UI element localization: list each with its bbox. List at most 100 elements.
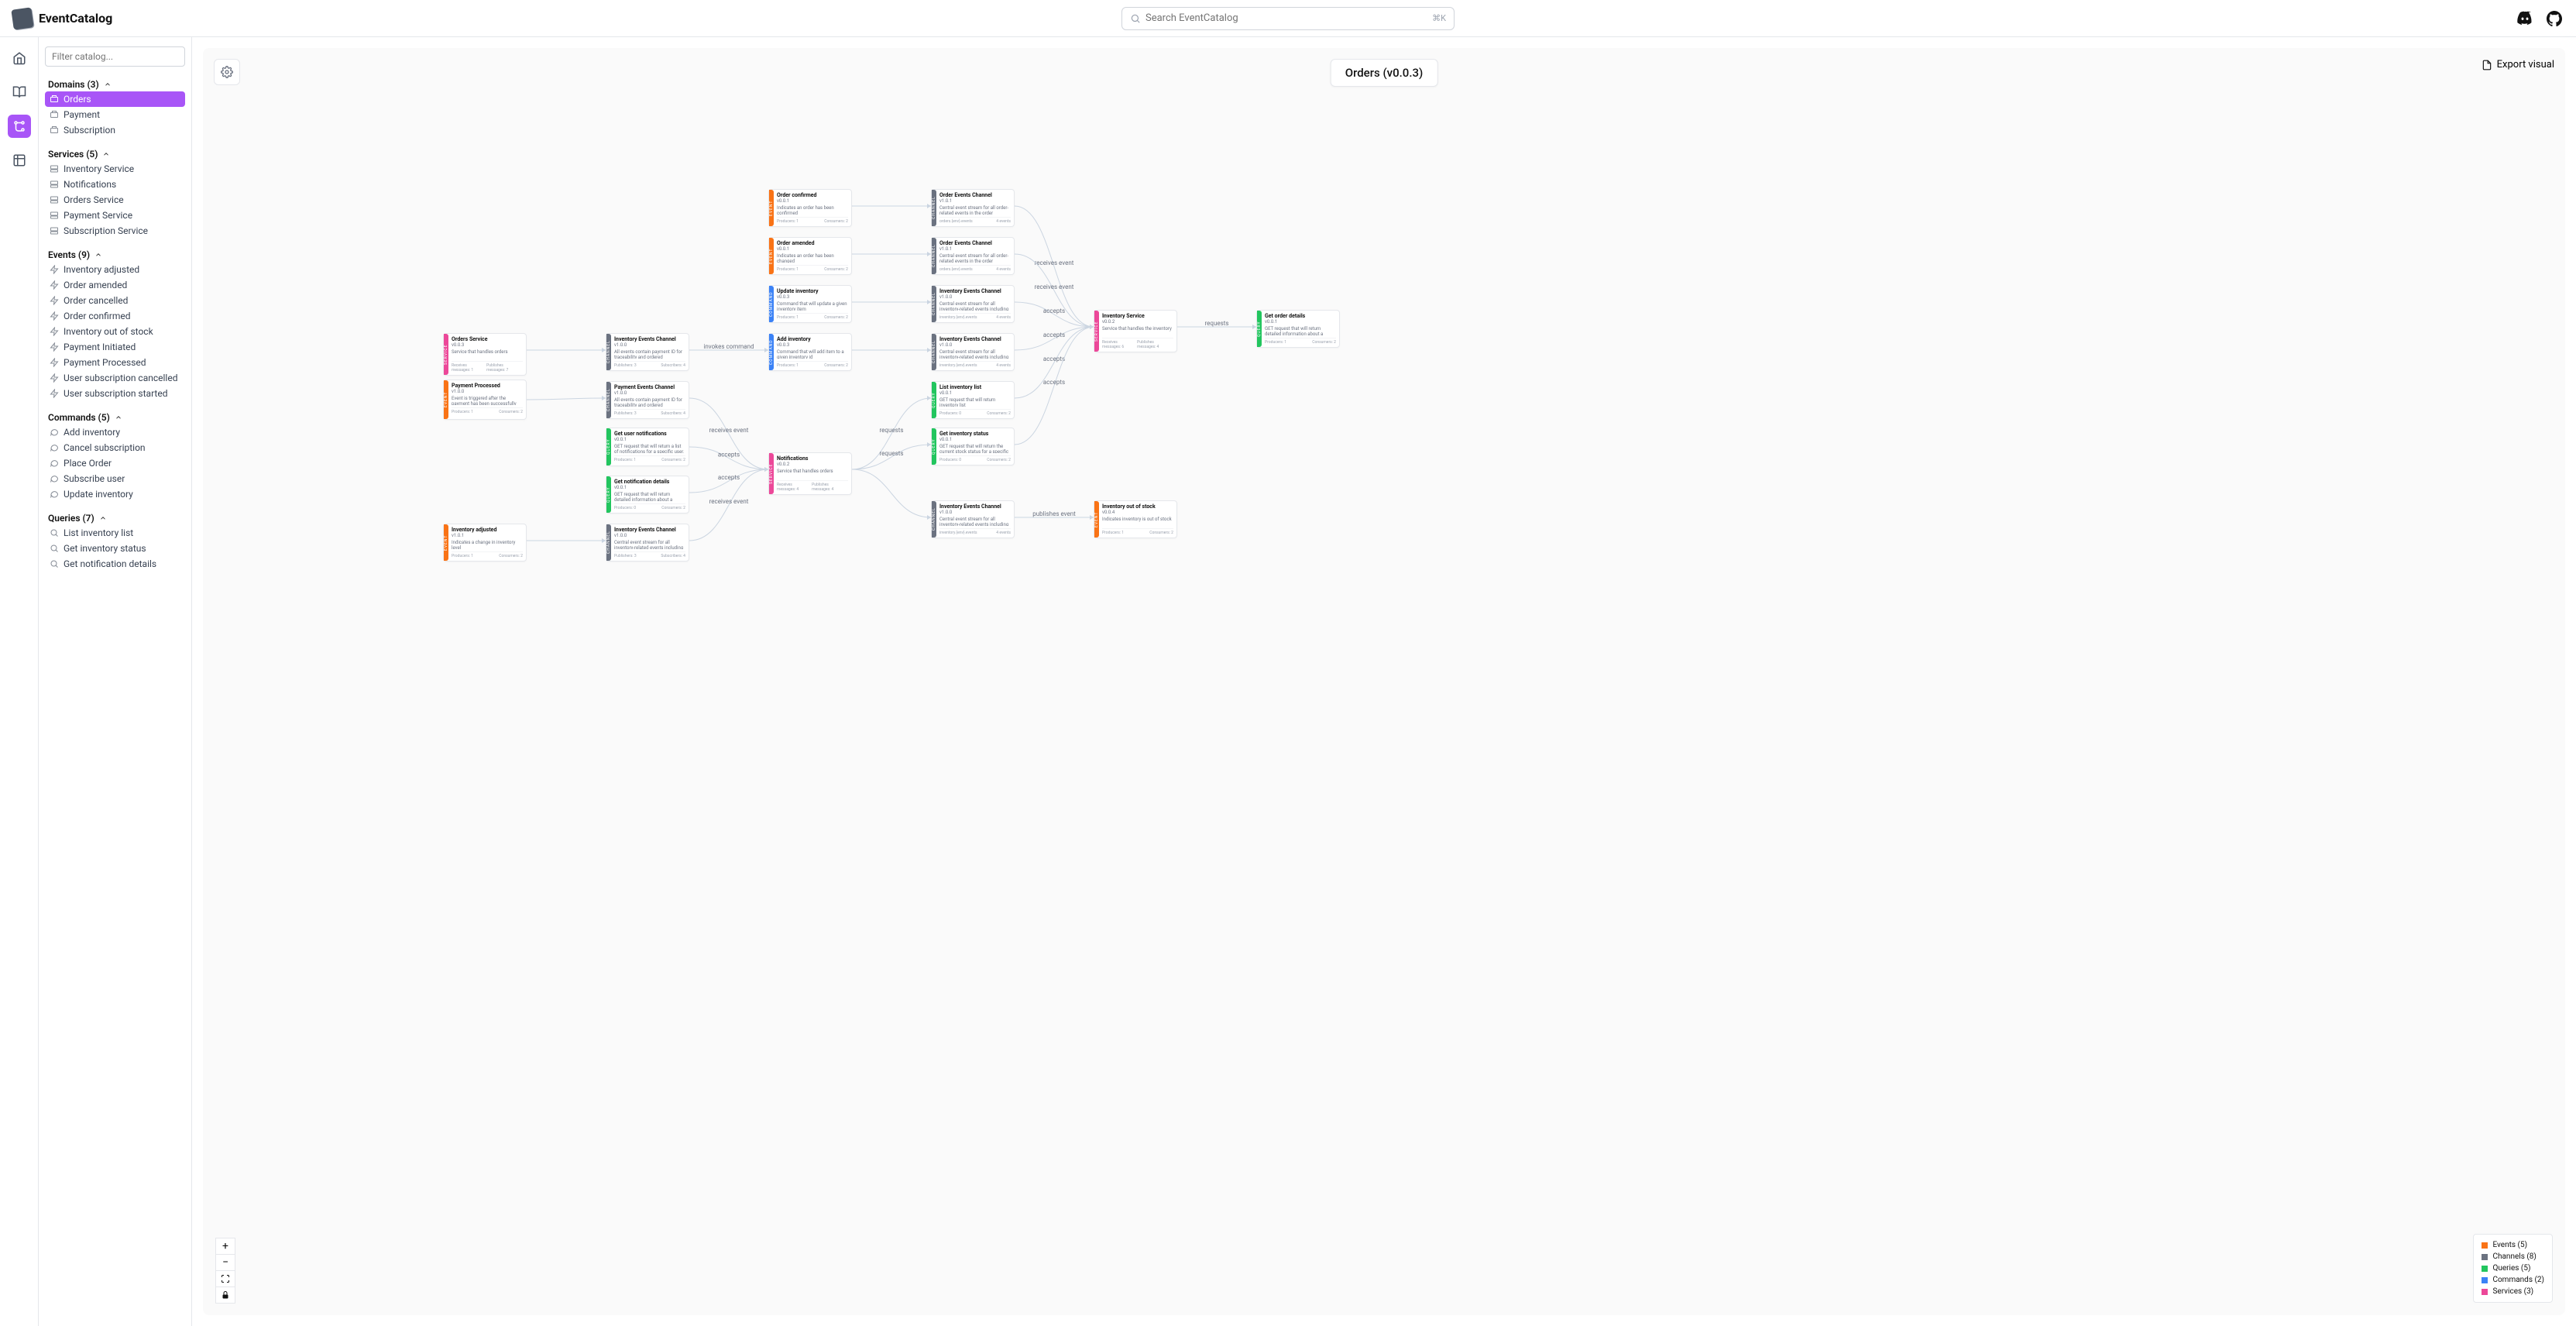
node-version: v1.0.1 xyxy=(939,246,1011,252)
node-type-stripe: CHANNEL xyxy=(606,524,611,561)
brand[interactable]: EventCatalog xyxy=(12,9,112,29)
flow-node[interactable]: SERVICE Inventory Service v0.0.2 Service… xyxy=(1094,310,1177,352)
node-title: Order Events Channel xyxy=(939,192,1011,198)
sidebar-item[interactable]: Subscribe user xyxy=(45,471,185,486)
svg-text:invokes command: invokes command xyxy=(703,343,754,350)
flow-node[interactable]: CHANNEL Inventory Events Channel v1.0.0 … xyxy=(606,333,689,371)
flow-node[interactable]: COMMAND Add inventory v0.0.3 Command tha… xyxy=(768,333,852,371)
sidebar-item[interactable]: Subscription Service xyxy=(45,223,185,239)
sidebar-item[interactable]: Get notification details xyxy=(45,556,185,572)
canvas[interactable]: Orders (v0.0.3) Export visual invokes co… xyxy=(203,48,2565,1315)
group-header[interactable]: Domains (3) xyxy=(45,74,185,91)
node-description: GET request that will return detailed in… xyxy=(1265,326,1336,335)
flow-node[interactable]: COMMAND Update inventory v0.0.3 Command … xyxy=(768,285,852,323)
sidebar-item[interactable]: Subscription xyxy=(45,122,185,138)
node-type-stripe: QUERY xyxy=(606,428,611,465)
node-description: All events contain payment ID for tracea… xyxy=(614,349,685,359)
sidebar-item[interactable]: Order confirmed xyxy=(45,308,185,324)
zoom-out-button[interactable]: − xyxy=(215,1254,235,1271)
sidebar-item[interactable]: User subscription cancelled xyxy=(45,370,185,386)
sidebar-item-label: Subscription Service xyxy=(64,225,148,236)
node-type-stripe: SERVICE xyxy=(1094,311,1099,352)
flow-node[interactable]: CHANNEL Inventory Events Channel v1.0.0 … xyxy=(931,333,1015,371)
flow-node[interactable]: SERVICE Notifications v0.0.2 Service tha… xyxy=(768,452,852,495)
sidebar-item[interactable]: Notifications xyxy=(45,177,185,192)
sidebar-item[interactable]: List inventory list xyxy=(45,525,185,541)
group-header[interactable]: Events (9) xyxy=(45,245,185,262)
sidebar-item[interactable]: Orders Service xyxy=(45,192,185,208)
search-field[interactable] xyxy=(1141,12,1432,24)
sidebar-item[interactable]: Cancel subscription xyxy=(45,440,185,455)
sidebar-item[interactable]: Order amended xyxy=(45,277,185,293)
node-version: v0.0.3 xyxy=(777,342,848,348)
node-description: Indicates an order has been confirmed xyxy=(777,205,848,215)
flow-node[interactable]: CHANNEL Inventory Events Channel v1.0.0 … xyxy=(931,285,1015,323)
chevron-up-icon xyxy=(99,514,107,522)
sidebar-item[interactable]: Order cancelled xyxy=(45,293,185,308)
flow-node[interactable]: CHANNEL Order Events Channel v1.0.1 Cent… xyxy=(931,189,1015,227)
sidebar-item[interactable]: User subscription started xyxy=(45,386,185,401)
zoom-lock-button[interactable] xyxy=(215,1286,235,1304)
sidebar-item-label: Inventory adjusted xyxy=(64,264,139,275)
svg-text:receives event: receives event xyxy=(709,498,749,505)
node-version: v1.0.1 xyxy=(939,198,1011,204)
sidebar-item[interactable]: Orders xyxy=(45,91,185,107)
legend-row: Services (3) xyxy=(2482,1286,2544,1297)
settings-button[interactable] xyxy=(214,59,240,85)
flow-node[interactable]: QUERY Get order details v0.0.1 GET reque… xyxy=(1256,310,1340,348)
rail-home[interactable] xyxy=(8,46,31,70)
sidebar-item[interactable]: Payment xyxy=(45,107,185,122)
sidebar-item[interactable]: Place Order xyxy=(45,455,185,471)
sidebar-item-label: Subscription xyxy=(64,125,115,136)
sidebar-item-label: Order cancelled xyxy=(64,295,128,306)
flow-node[interactable]: EVENT Inventory out of stock v0.0.4 Indi… xyxy=(1094,500,1177,538)
node-title: Inventory Service xyxy=(1102,313,1173,319)
filter-input[interactable] xyxy=(45,46,185,67)
sidebar-item[interactable]: Update inventory xyxy=(45,486,185,502)
flow-node[interactable]: QUERY Get notification details v0.0.1 GE… xyxy=(606,476,689,514)
sidebar-item[interactable]: Inventory adjusted xyxy=(45,262,185,277)
group-header[interactable]: Commands (5) xyxy=(45,407,185,424)
node-title: Add inventory xyxy=(777,336,848,342)
node-type-stripe: EVENT xyxy=(1094,501,1099,538)
zoom-fit-button[interactable] xyxy=(215,1270,235,1287)
rail-docs[interactable] xyxy=(8,81,31,104)
flow-node[interactable]: EVENT Order amended v0.0.1 Indicates an … xyxy=(768,237,852,275)
flow-node[interactable]: EVENT Order confirmed v0.0.1 Indicates a… xyxy=(768,189,852,227)
node-description: Service that handles orders xyxy=(452,349,523,359)
flow-node[interactable]: SERVICE Orders Service v0.0.3 Service th… xyxy=(443,333,527,376)
flow-node[interactable]: EVENT Inventory adjusted v1.0.1 Indicate… xyxy=(443,524,527,562)
node-type-stripe: CHANNEL xyxy=(606,382,611,418)
github-icon[interactable] xyxy=(2545,9,2564,28)
sidebar-item-label: Subscribe user xyxy=(64,473,125,484)
flow-node[interactable]: CHANNEL Order Events Channel v1.0.1 Cent… xyxy=(931,237,1015,275)
sidebar-item[interactable]: Payment Service xyxy=(45,208,185,223)
sidebar-item[interactable]: Inventory Service xyxy=(45,161,185,177)
flow-node[interactable]: EVENT Payment Processed v1.0.0 Event is … xyxy=(443,380,527,420)
flow-node[interactable]: QUERY Get user notifications v0.0.1 GET … xyxy=(606,428,689,466)
node-title: Inventory Events Channel xyxy=(939,336,1011,342)
rail-grid[interactable] xyxy=(8,149,31,172)
flow-node[interactable]: QUERY List inventory list v0.0.1 GET req… xyxy=(931,381,1015,419)
sidebar-item[interactable]: Payment Processed xyxy=(45,355,185,370)
svg-text:accepts: accepts xyxy=(1043,307,1065,314)
rail-visualize[interactable] xyxy=(8,115,31,138)
node-description: Central event stream for all inventory-r… xyxy=(614,540,685,549)
discord-icon[interactable] xyxy=(2516,9,2534,28)
node-version: v1.0.0 xyxy=(614,342,685,348)
sidebar-item[interactable]: Get inventory status xyxy=(45,541,185,556)
group-header[interactable]: Services (5) xyxy=(45,144,185,161)
node-title: Notifications xyxy=(777,455,848,462)
sidebar-item[interactable]: Add inventory xyxy=(45,424,185,440)
zoom-in-button[interactable]: + xyxy=(215,1238,235,1255)
export-button[interactable]: Export visual xyxy=(2482,59,2554,70)
search-input[interactable]: ⌘K xyxy=(1121,7,1455,30)
sidebar-item[interactable]: Payment Initiated xyxy=(45,339,185,355)
group-header[interactable]: Queries (7) xyxy=(45,508,185,525)
flow-node[interactable]: CHANNEL Inventory Events Channel v1.0.0 … xyxy=(606,524,689,562)
sidebar-item[interactable]: Inventory out of stock xyxy=(45,324,185,339)
flow-node[interactable]: CHANNEL Payment Events Channel v1.0.0 Al… xyxy=(606,381,689,419)
flow-node[interactable]: CHANNEL Inventory Events Channel v1.0.0 … xyxy=(931,500,1015,538)
node-description: Central event stream for all order-relat… xyxy=(939,253,1011,263)
flow-node[interactable]: QUERY Get inventory status v0.0.1 GET re… xyxy=(931,428,1015,465)
